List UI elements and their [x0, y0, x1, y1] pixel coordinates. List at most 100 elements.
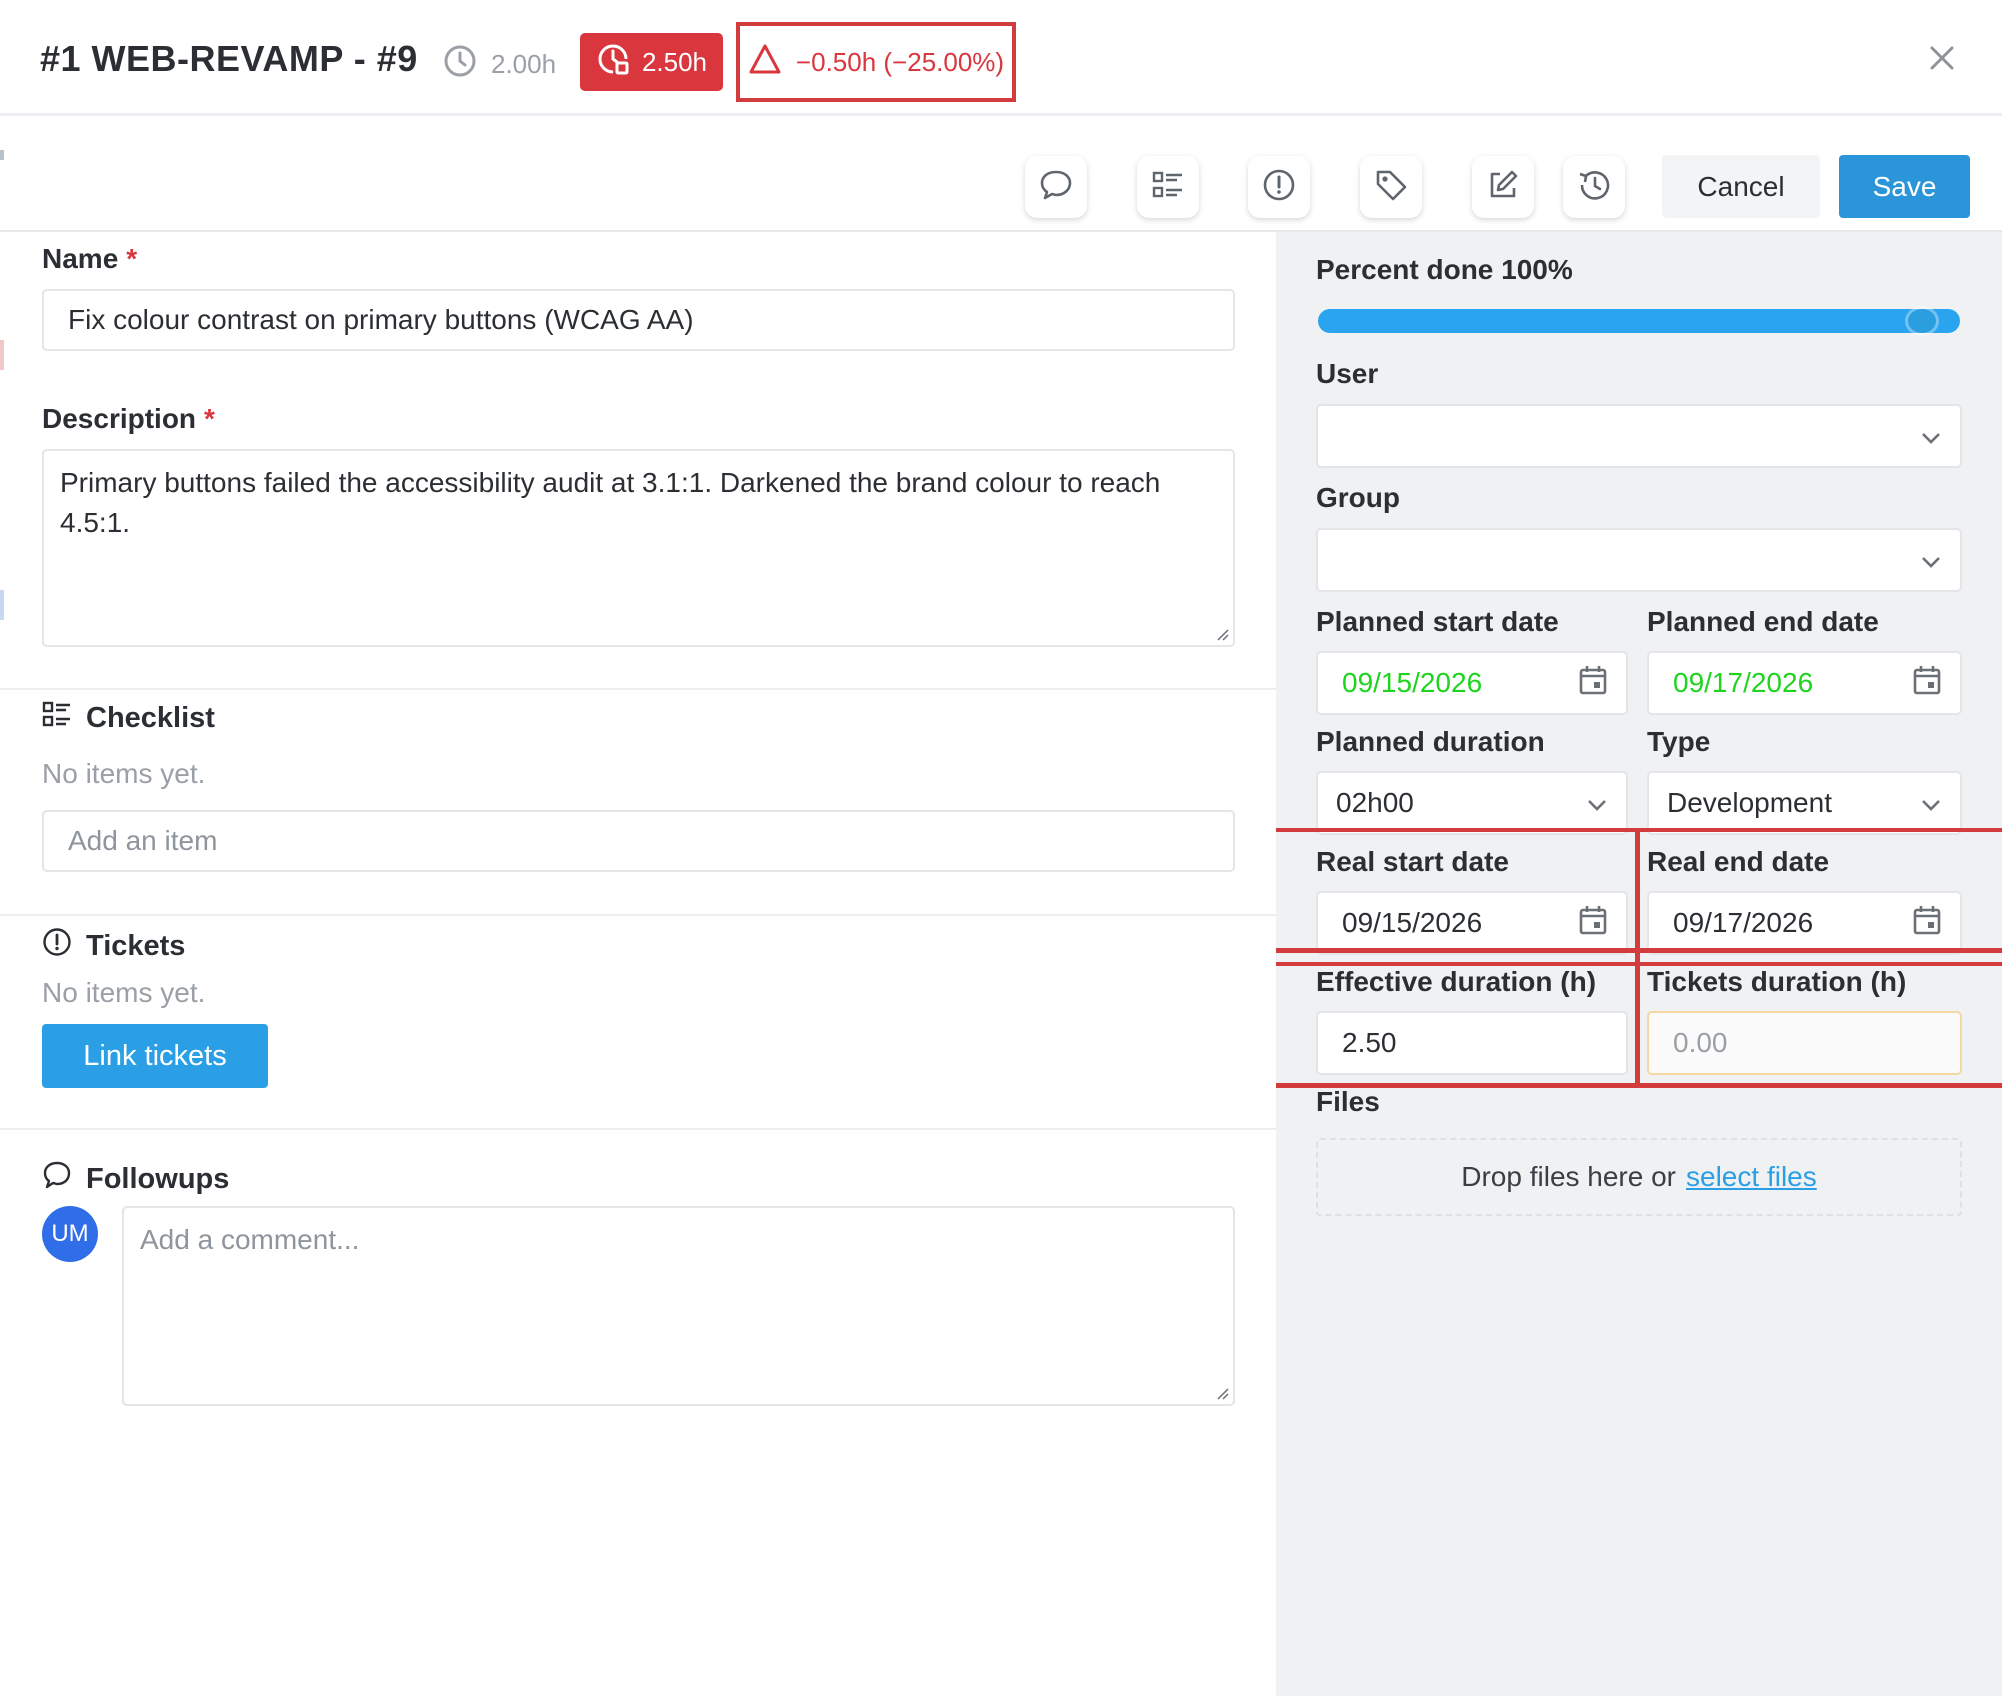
percent-done-slider-handle[interactable] [1908, 309, 1936, 333]
description-textarea[interactable]: Primary buttons failed the accessibility… [42, 449, 1235, 647]
calendar-icon[interactable] [1912, 664, 1942, 703]
tickets-duration-input: 0.00 [1647, 1011, 1962, 1075]
real-start-date-input[interactable]: 09/15/2026 [1316, 891, 1628, 955]
select-files-link[interactable]: select files [1686, 1161, 1817, 1193]
history-icon [1576, 168, 1612, 207]
planned-time-value: 2.00h [491, 49, 557, 79]
chevron-down-icon [1920, 420, 1942, 452]
percent-done-label: Percent done 100% [1316, 254, 1573, 285]
planned-duration-value: 02h00 [1336, 787, 1414, 818]
chevron-down-icon [1920, 787, 1942, 819]
comment-placeholder: Add a comment... [140, 1224, 360, 1255]
clock-icon [443, 44, 477, 85]
close-button[interactable] [1922, 40, 1962, 80]
link-tickets-button[interactable]: Link tickets [42, 1024, 268, 1088]
name-label-text: Name [42, 243, 119, 274]
time-delta-value: −0.50h (−25.00%) [795, 46, 1005, 77]
history-button[interactable] [1563, 156, 1625, 218]
user-select[interactable] [1316, 404, 1962, 468]
resize-handle-icon[interactable] [1215, 627, 1229, 641]
group-select[interactable] [1316, 528, 1962, 592]
effective-duration-label: Effective duration (h) [1316, 966, 1597, 997]
real-end-label: Real end date [1647, 846, 1830, 877]
real-time-value: 2.50h [641, 46, 708, 77]
checklist-section-title: Checklist [42, 700, 215, 736]
planned-end-date-input[interactable]: 09/17/2026 [1647, 651, 1962, 715]
effective-duration-value: 2.50 [1342, 1027, 1397, 1058]
file-drop-zone[interactable]: Drop files here or select files [1316, 1138, 1962, 1216]
followups-section-title: Followups [42, 1160, 229, 1198]
required-mark: * [204, 403, 215, 434]
group-label: Group [1316, 482, 1400, 513]
tickets-title: Tickets [86, 929, 186, 962]
chevron-down-icon [1920, 544, 1942, 576]
close-icon [1929, 45, 1955, 76]
type-label: Type [1647, 726, 1711, 757]
name-input[interactable]: Fix colour contrast on primary buttons (… [42, 289, 1235, 351]
name-label: Name * [42, 243, 137, 275]
description-value: Primary buttons failed the accessibility… [60, 467, 1161, 538]
calendar-icon[interactable] [1578, 904, 1608, 943]
planned-duration-select[interactable]: 02h00 [1316, 771, 1628, 835]
calendar-icon[interactable] [1912, 904, 1942, 943]
planned-time: 2.00h [443, 44, 556, 85]
time-delta: −0.50h (−25.00%) [736, 22, 1016, 102]
section-divider [0, 688, 1276, 690]
description-label: Description * [42, 403, 215, 435]
real-start-value: 09/15/2026 [1342, 907, 1483, 938]
checklist-empty-text: No items yet. [42, 758, 206, 789]
planned-start-value: 09/15/2026 [1342, 667, 1483, 698]
ticket-alert-icon [42, 927, 72, 965]
real-start-label: Real start date [1316, 846, 1509, 877]
warning-icon [748, 43, 782, 82]
comment-textarea[interactable]: Add a comment... [122, 1206, 1235, 1406]
tickets-duration-value: 0.00 [1673, 1027, 1728, 1058]
comment-icon [42, 1160, 72, 1198]
required-mark: * [126, 243, 138, 274]
checklist-icon [42, 700, 72, 736]
planned-start-date-input[interactable]: 09/15/2026 [1316, 651, 1628, 715]
drop-text: Drop files here or [1461, 1161, 1677, 1192]
planned-end-value: 09/17/2026 [1673, 667, 1814, 698]
section-divider [0, 914, 1276, 916]
calendar-icon[interactable] [1578, 664, 1608, 703]
tickets-empty-text: No items yet. [42, 977, 206, 1008]
save-button[interactable]: Save [1839, 155, 1970, 218]
planned-duration-label: Planned duration [1316, 726, 1545, 757]
tickets-button[interactable] [1248, 156, 1310, 218]
user-label: User [1316, 358, 1379, 389]
real-time-badge: 2.50h [580, 33, 723, 91]
comment-button[interactable] [1025, 156, 1087, 218]
resize-handle-icon[interactable] [1215, 1386, 1229, 1400]
type-value: Development [1667, 787, 1832, 818]
name-input-value: Fix colour contrast on primary buttons (… [68, 304, 694, 335]
description-label-text: Description [42, 403, 197, 434]
planned-end-label: Planned end date [1647, 606, 1879, 637]
edit-button[interactable] [1472, 156, 1534, 218]
planned-start-label: Planned start date [1316, 606, 1559, 637]
type-select[interactable]: Development [1647, 771, 1962, 835]
cancel-button[interactable]: Cancel [1662, 155, 1820, 218]
real-end-date-input[interactable]: 09/17/2026 [1647, 891, 1962, 955]
effective-duration-input[interactable]: 2.50 [1316, 1011, 1628, 1075]
chevron-down-icon [1586, 787, 1608, 819]
edge-mark [0, 340, 4, 370]
edge-mark [0, 590, 4, 620]
tag-icon [1374, 168, 1408, 207]
page-title: #1 WEB-REVAMP - #9 [40, 38, 418, 79]
ticket-alert-icon [1262, 168, 1296, 207]
checklist-add-input[interactable]: Add an item [42, 810, 1235, 872]
checklist-title: Checklist [86, 701, 215, 734]
avatar: UM [42, 1206, 98, 1262]
checklist-add-placeholder: Add an item [68, 825, 218, 856]
percent-done-slider[interactable] [1318, 309, 1960, 333]
followups-title: Followups [86, 1162, 230, 1195]
checklist-button[interactable] [1137, 156, 1199, 218]
tickets-duration-label: Tickets duration (h) [1647, 966, 1907, 997]
tag-button[interactable] [1360, 156, 1422, 218]
tickets-section-title: Tickets [42, 927, 185, 965]
real-end-value: 09/17/2026 [1673, 907, 1814, 938]
clock-alert-icon [596, 42, 630, 83]
files-label: Files [1316, 1086, 1380, 1117]
section-divider [0, 1128, 1276, 1130]
